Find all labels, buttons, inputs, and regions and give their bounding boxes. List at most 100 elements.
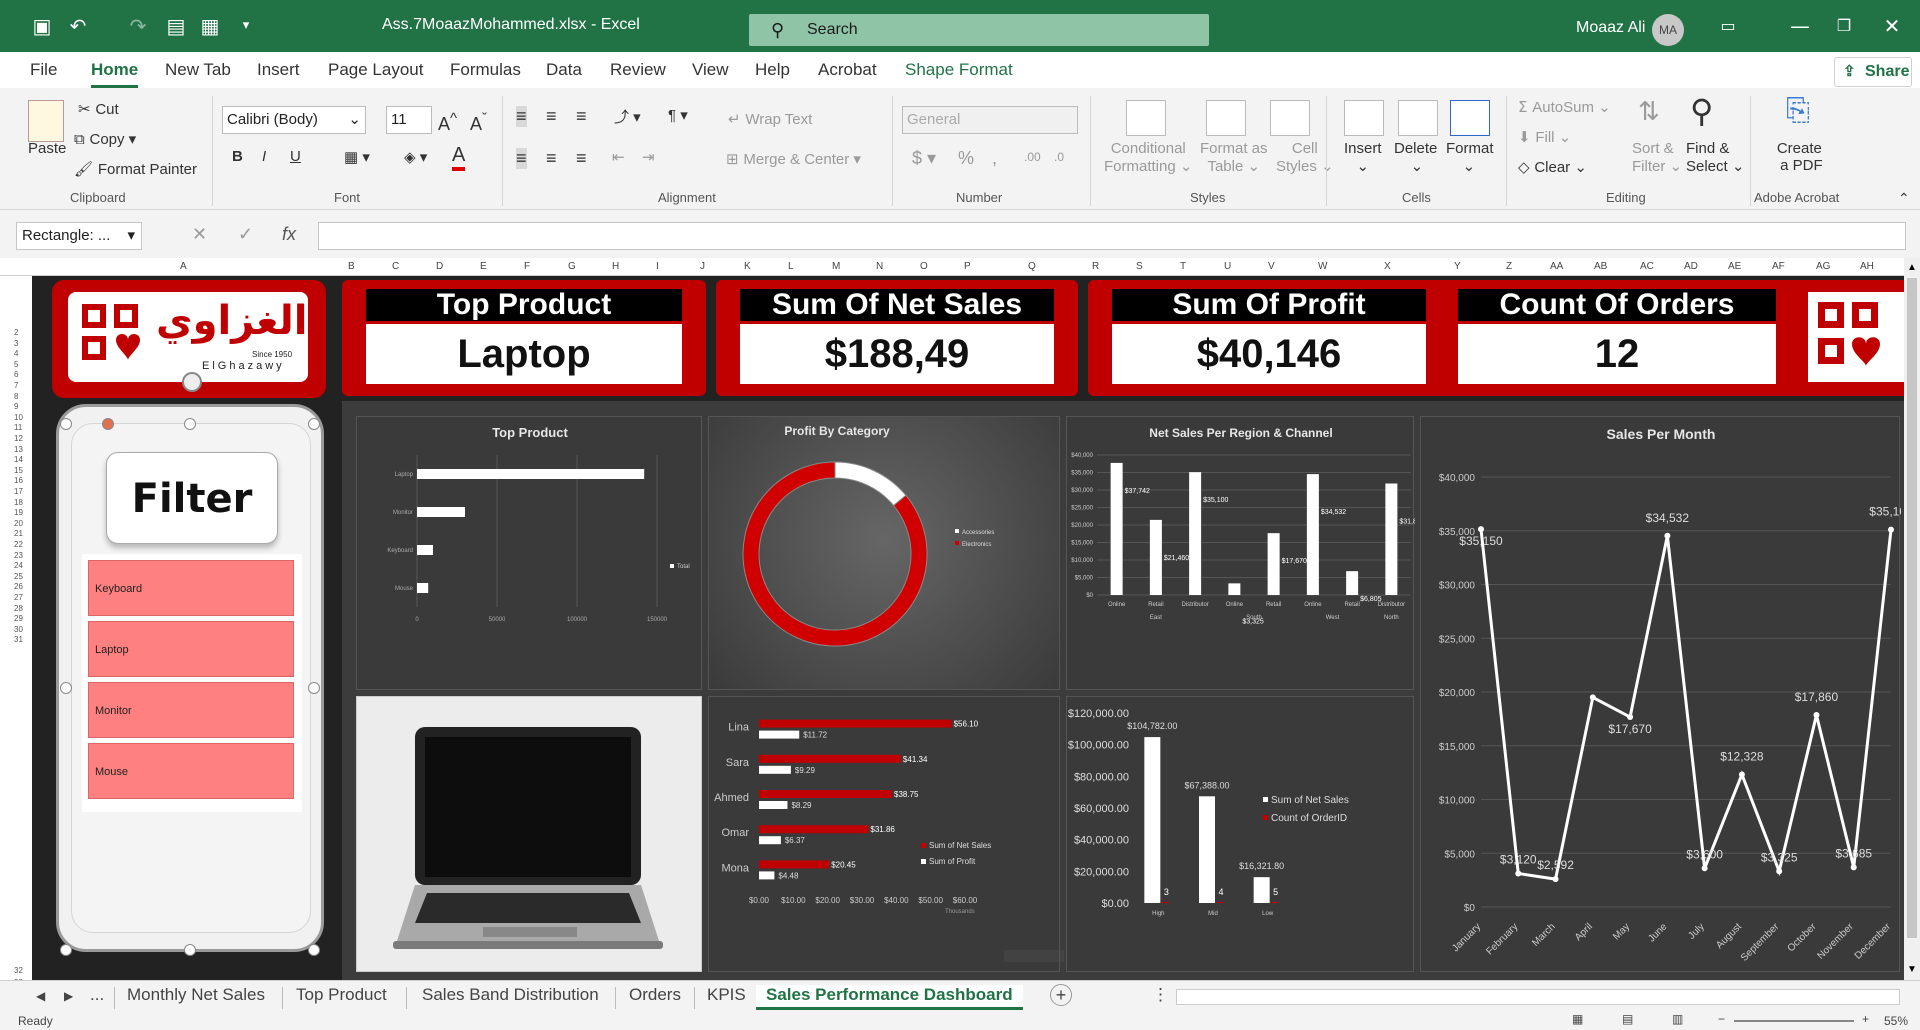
- slicer-item-mouse[interactable]: Mouse: [88, 743, 294, 799]
- row-header[interactable]: 12: [14, 434, 23, 443]
- align-middle-button[interactable]: ≡: [546, 106, 557, 127]
- resize-handle[interactable]: [184, 944, 196, 956]
- row-header[interactable]: 16: [14, 476, 23, 485]
- borders-button[interactable]: ▦ ▾: [344, 148, 370, 166]
- resize-handle[interactable]: [308, 944, 320, 956]
- column-header[interactable]: X: [1384, 261, 1391, 272]
- sheet-tab-kpis[interactable]: KPIS: [707, 985, 746, 1005]
- scroll-thumb[interactable]: [1907, 278, 1917, 938]
- tab-view[interactable]: View: [692, 60, 729, 80]
- column-header[interactable]: AE: [1728, 261, 1741, 272]
- row-header[interactable]: 24: [14, 561, 23, 570]
- column-header[interactable]: A: [180, 261, 187, 272]
- form-icon[interactable]: ▤: [164, 14, 188, 38]
- row-header[interactable]: 32: [14, 966, 23, 975]
- row-header[interactable]: 26: [14, 582, 23, 591]
- align-right-button[interactable]: ≡: [576, 148, 587, 169]
- tabs-splitter-icon[interactable]: ⋮: [1152, 985, 1169, 1005]
- tab-file[interactable]: File: [30, 60, 57, 80]
- minimize-icon[interactable]: —: [1788, 14, 1812, 38]
- tab-data[interactable]: Data: [546, 60, 582, 80]
- sort-filter-button[interactable]: Sort & Filter ⌄: [1632, 140, 1682, 175]
- tab-new-tab[interactable]: New Tab: [165, 60, 231, 80]
- row-header[interactable]: 14: [14, 455, 23, 464]
- sheet-tab-top-product[interactable]: Top Product: [296, 985, 387, 1005]
- column-header[interactable]: F: [524, 261, 530, 272]
- column-header[interactable]: AG: [1816, 261, 1830, 272]
- column-header[interactable]: L: [788, 261, 794, 272]
- redo-icon[interactable]: ↷: [126, 14, 150, 38]
- percent-button[interactable]: %: [958, 148, 974, 169]
- copy-button[interactable]: ⧉ Copy ▾: [74, 130, 136, 148]
- align-left-button[interactable]: ≡: [516, 148, 527, 169]
- row-header[interactable]: 28: [14, 604, 23, 613]
- format-painter-button[interactable]: 🖌 Format Painter: [74, 160, 197, 178]
- number-format-select[interactable]: General: [902, 106, 1078, 134]
- scroll-up-icon[interactable]: ▲: [1907, 262, 1917, 273]
- sheet-tab-orders[interactable]: Orders: [629, 985, 681, 1005]
- column-header[interactable]: Z: [1506, 261, 1512, 272]
- insert-function-button[interactable]: fx: [282, 224, 296, 245]
- decrease-decimal-button[interactable]: .0: [1054, 150, 1064, 164]
- delete-cells-button[interactable]: Delete ⌄: [1394, 140, 1437, 175]
- more-sheets-button[interactable]: ...: [90, 985, 104, 1005]
- text-direction-button[interactable]: ¶ ▾: [668, 106, 688, 124]
- row-header[interactable]: 31: [14, 635, 23, 644]
- close-icon[interactable]: ✕: [1880, 14, 1904, 38]
- slicer-shape[interactable]: Filter Keyboard Laptop Monitor Mouse: [56, 404, 324, 952]
- column-header[interactable]: AF: [1772, 261, 1785, 272]
- restore-icon[interactable]: ❐: [1832, 14, 1856, 38]
- column-header[interactable]: Y: [1454, 261, 1461, 272]
- resize-handle[interactable]: [60, 944, 72, 956]
- tab-page-layout[interactable]: Page Layout: [328, 60, 423, 80]
- column-header[interactable]: M: [832, 261, 840, 272]
- row-header[interactable]: 30: [14, 625, 23, 634]
- font-name-select[interactable]: Calibri (Body) ⌄: [222, 106, 366, 134]
- row-header[interactable]: 25: [14, 572, 23, 581]
- column-header[interactable]: G: [568, 261, 576, 272]
- prev-sheet-icon[interactable]: ◀: [36, 989, 45, 1003]
- chart-sales-band[interactable]: $0.00 $20,000.00 $40,000.00 $60,000.00 $80,0…: [1066, 696, 1414, 972]
- column-header[interactable]: I: [656, 261, 659, 272]
- row-header[interactable]: 3: [14, 339, 18, 348]
- tab-formulas[interactable]: Formulas: [450, 60, 521, 80]
- search-box[interactable]: ⚲ Search: [749, 14, 1209, 46]
- rotate-handle-icon[interactable]: [182, 372, 202, 392]
- column-header[interactable]: N: [876, 261, 883, 272]
- scroll-down-icon[interactable]: ▼: [1907, 964, 1917, 975]
- name-box[interactable]: Rectangle: ... ▾: [16, 222, 142, 250]
- row-header[interactable]: 29: [14, 614, 23, 623]
- underline-button[interactable]: U: [290, 148, 301, 165]
- slicer-item-keyboard[interactable]: Keyboard: [88, 560, 294, 616]
- share-button[interactable]: ⇪ Share: [1834, 57, 1912, 87]
- font-color-button[interactable]: A: [452, 144, 466, 171]
- undo-icon[interactable]: ↶: [66, 14, 90, 38]
- row-header[interactable]: 15: [14, 466, 23, 475]
- resize-handle[interactable]: [308, 418, 320, 430]
- cut-button[interactable]: ✂ Cut: [78, 100, 119, 118]
- column-header[interactable]: R: [1092, 261, 1099, 272]
- resize-handle[interactable]: [184, 418, 196, 430]
- chart-top-product[interactable]: Top Product 0 50000 100000 150000 Laptop Monit…: [356, 416, 702, 690]
- find-select-button[interactable]: Find & Select ⌄: [1686, 140, 1744, 175]
- column-header[interactable]: AA: [1550, 261, 1563, 272]
- column-header[interactable]: J: [700, 261, 705, 272]
- tab-home[interactable]: Home: [91, 60, 139, 88]
- vertical-scrollbar[interactable]: ▲ ▼: [1904, 258, 1920, 980]
- tab-review[interactable]: Review: [610, 60, 666, 80]
- chart-sales-month[interactable]: Sales Per Month $0 $5,000 $10,000 $15,000 $20…: [1420, 416, 1913, 972]
- row-header[interactable]: 6: [14, 370, 18, 379]
- tab-shape-format[interactable]: Shape Format: [905, 60, 1013, 80]
- font-size-select[interactable]: 11: [386, 106, 432, 134]
- column-header[interactable]: AC: [1640, 261, 1654, 272]
- formula-input[interactable]: [318, 222, 1906, 250]
- table-icon[interactable]: ▦: [198, 14, 222, 38]
- zoom-out-icon[interactable]: −: [1718, 1012, 1725, 1026]
- save-icon[interactable]: ▣: [30, 14, 54, 38]
- column-header[interactable]: T: [1180, 261, 1186, 272]
- enter-icon[interactable]: ✓: [238, 224, 253, 245]
- ribbon-display-icon[interactable]: ▭: [1716, 14, 1740, 38]
- tab-insert[interactable]: Insert: [257, 60, 300, 80]
- chart-salesperson[interactable]: $0.00 $10.00 $20.00 $30.00 $40.00 $50.00 $60.0…: [708, 696, 1060, 972]
- format-cells-button[interactable]: Format ⌄: [1446, 140, 1494, 175]
